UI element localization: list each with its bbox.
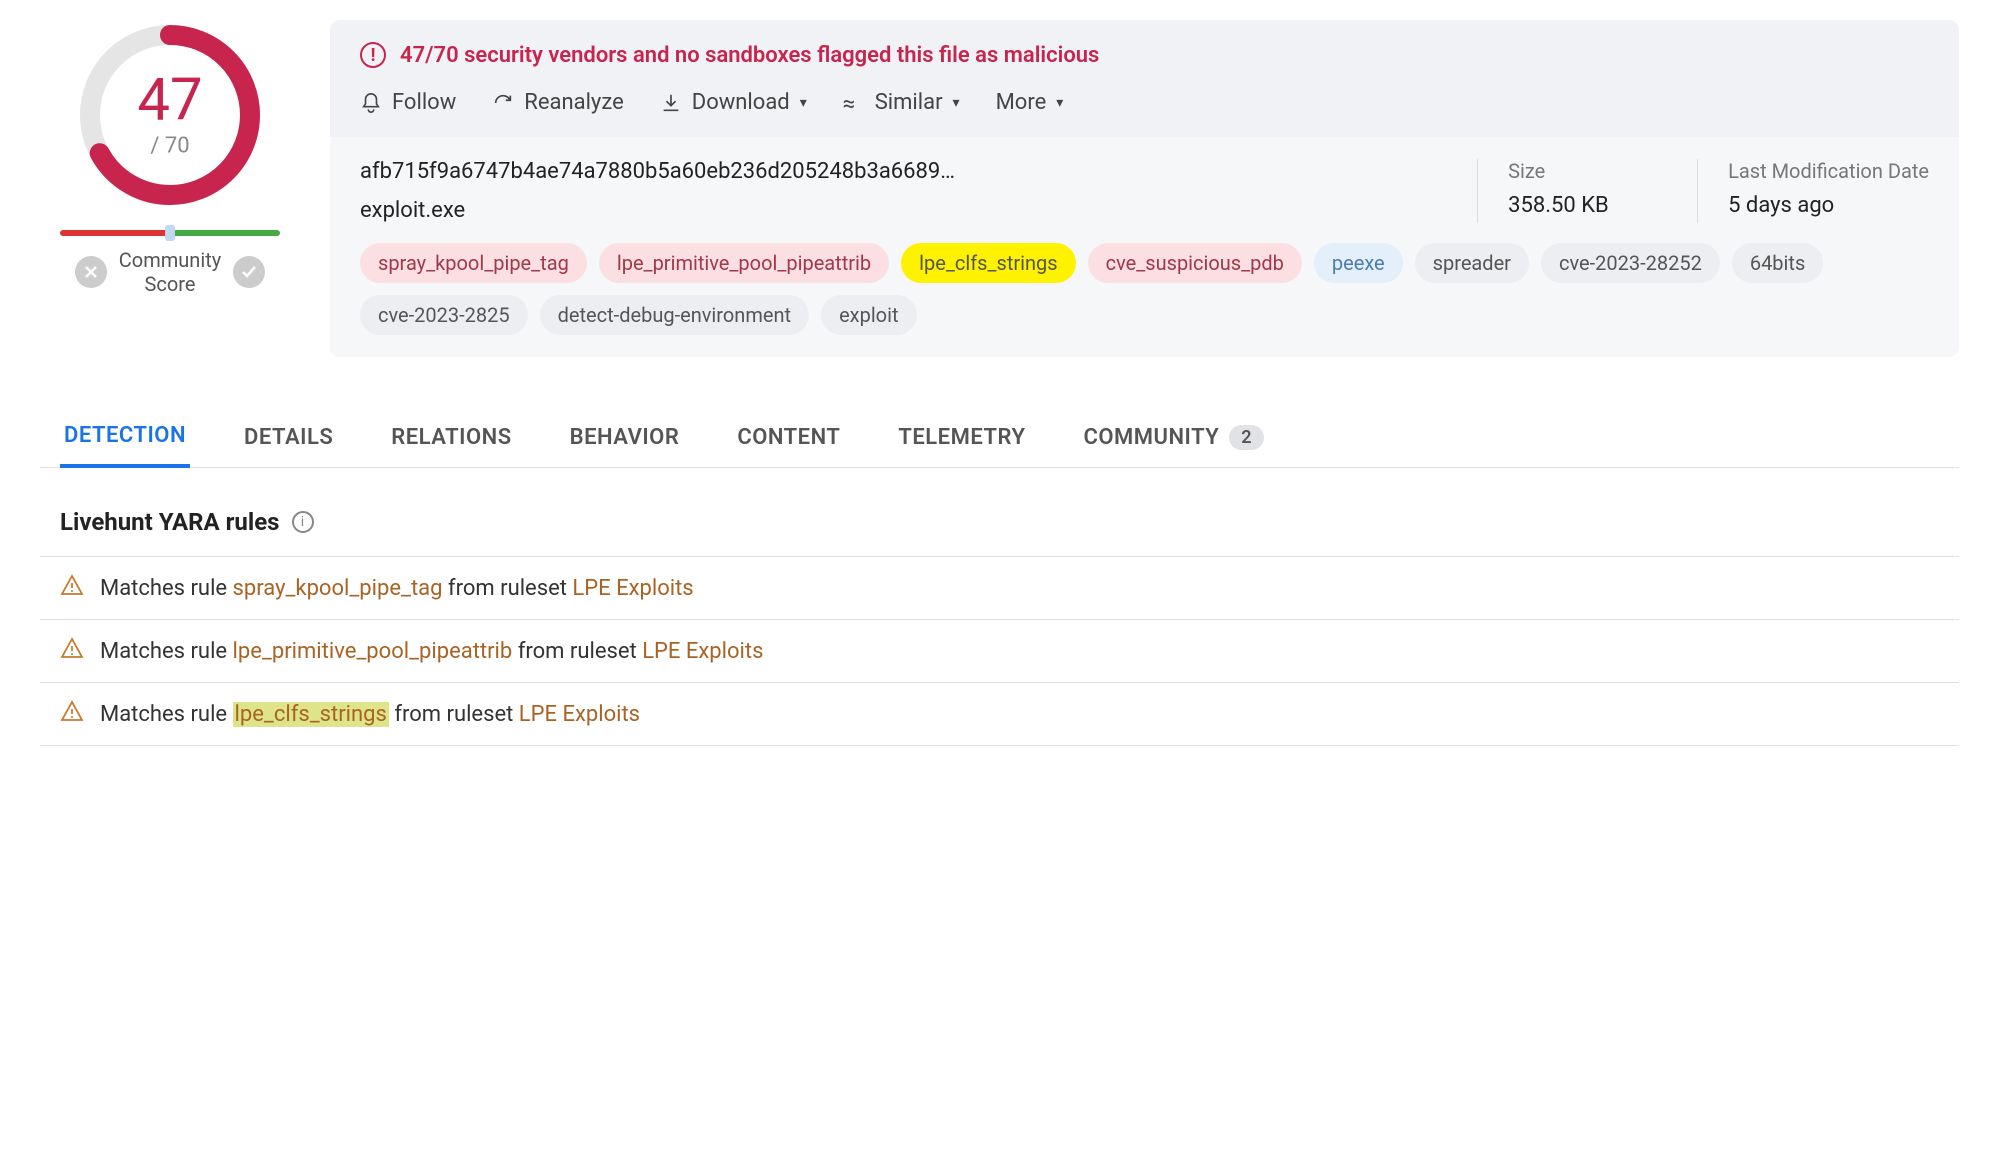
reanalyze-button[interactable]: Reanalyze: [492, 90, 623, 115]
tag[interactable]: lpe_clfs_strings: [901, 243, 1075, 283]
ruleset-name[interactable]: LPE Exploits: [519, 702, 640, 727]
tag[interactable]: cve-2023-28252: [1541, 243, 1720, 283]
size-label: Size: [1508, 159, 1647, 183]
score-panel: 47 / 70 Community Score: [40, 20, 300, 296]
similar-icon: ≈: [843, 92, 865, 114]
alert-text: 47/70 security vendors and no sandboxes …: [400, 43, 1099, 68]
info-panel: ! 47/70 security vendors and no sandboxe…: [330, 20, 1959, 357]
tag[interactable]: 64bits: [1732, 243, 1823, 283]
file-hash[interactable]: afb715f9a6747b4ae74a7880b5a60eb236d20524…: [360, 159, 1427, 184]
rule-name[interactable]: spray_kpool_pipe_tag: [233, 576, 443, 601]
rules-list: Matches rule spray_kpool_pipe_tag from r…: [40, 556, 1959, 746]
date-label: Last Modification Date: [1728, 159, 1929, 183]
downvote-button[interactable]: [75, 256, 107, 288]
tag[interactable]: peexe: [1314, 243, 1403, 283]
ruleset-name[interactable]: LPE Exploits: [572, 576, 693, 601]
tab-detection[interactable]: DETECTION: [60, 407, 190, 468]
rule-row: Matches rule lpe_clfs_strings from rules…: [40, 683, 1959, 746]
chevron-down-icon: ▾: [1056, 95, 1063, 111]
tabs: DETECTION DETAILS RELATIONS BEHAVIOR CON…: [40, 407, 1959, 468]
rule-row: Matches rule lpe_primitive_pool_pipeattr…: [40, 620, 1959, 683]
tab-details[interactable]: DETAILS: [240, 407, 337, 467]
rule-text: Matches rule spray_kpool_pipe_tag from r…: [100, 576, 694, 601]
score-ring: 47 / 70: [75, 20, 265, 210]
download-button[interactable]: Download ▾: [660, 90, 807, 115]
rule-name[interactable]: lpe_clfs_strings: [233, 702, 389, 727]
follow-button[interactable]: Follow: [360, 90, 456, 115]
filename: exploit.exe: [360, 198, 1427, 223]
date-value: 5 days ago: [1728, 193, 1929, 218]
rule-row: Matches rule spray_kpool_pipe_tag from r…: [40, 557, 1959, 620]
upvote-button[interactable]: [233, 256, 265, 288]
score-value: 47: [137, 72, 202, 130]
alert-banner: ! 47/70 security vendors and no sandboxe…: [360, 42, 1929, 68]
info-icon[interactable]: i: [292, 511, 314, 533]
tag[interactable]: lpe_primitive_pool_pipeattrib: [599, 243, 889, 283]
tag[interactable]: cve-2023-2825: [360, 295, 528, 335]
chevron-down-icon: ▾: [953, 95, 960, 111]
rule-text: Matches rule lpe_primitive_pool_pipeattr…: [100, 639, 763, 664]
tag[interactable]: exploit: [821, 295, 916, 335]
tab-content[interactable]: CONTENT: [733, 407, 844, 467]
warning-icon: [60, 573, 84, 603]
alert-icon: !: [360, 42, 386, 68]
tag[interactable]: spray_kpool_pipe_tag: [360, 243, 587, 283]
rule-text: Matches rule lpe_clfs_strings from rules…: [100, 702, 640, 727]
rule-name[interactable]: lpe_primitive_pool_pipeattrib: [233, 639, 513, 664]
community-score-label: Community Score: [119, 248, 221, 296]
tags-row: spray_kpool_pipe_tag lpe_primitive_pool_p…: [360, 243, 1929, 335]
tag[interactable]: spreader: [1415, 243, 1529, 283]
tab-behavior[interactable]: BEHAVIOR: [566, 407, 684, 467]
size-value: 358.50 KB: [1508, 193, 1647, 218]
warning-icon: [60, 699, 84, 729]
score-denom: / 70: [137, 134, 202, 159]
section-title: Livehunt YARA rules: [60, 508, 280, 536]
tab-community[interactable]: COMMUNITY 2: [1079, 407, 1268, 467]
tab-relations[interactable]: RELATIONS: [387, 407, 515, 467]
warning-icon: [60, 636, 84, 666]
community-score-bar: [60, 230, 280, 236]
chevron-down-icon: ▾: [800, 95, 807, 111]
more-button[interactable]: More ▾: [996, 90, 1064, 115]
similar-button[interactable]: ≈ Similar ▾: [843, 90, 960, 115]
ruleset-name[interactable]: LPE Exploits: [642, 639, 763, 664]
community-count-badge: 2: [1229, 425, 1264, 450]
tag[interactable]: cve_suspicious_pdb: [1088, 243, 1302, 283]
tag[interactable]: detect-debug-environment: [540, 295, 809, 335]
tab-telemetry[interactable]: TELEMETRY: [894, 407, 1029, 467]
